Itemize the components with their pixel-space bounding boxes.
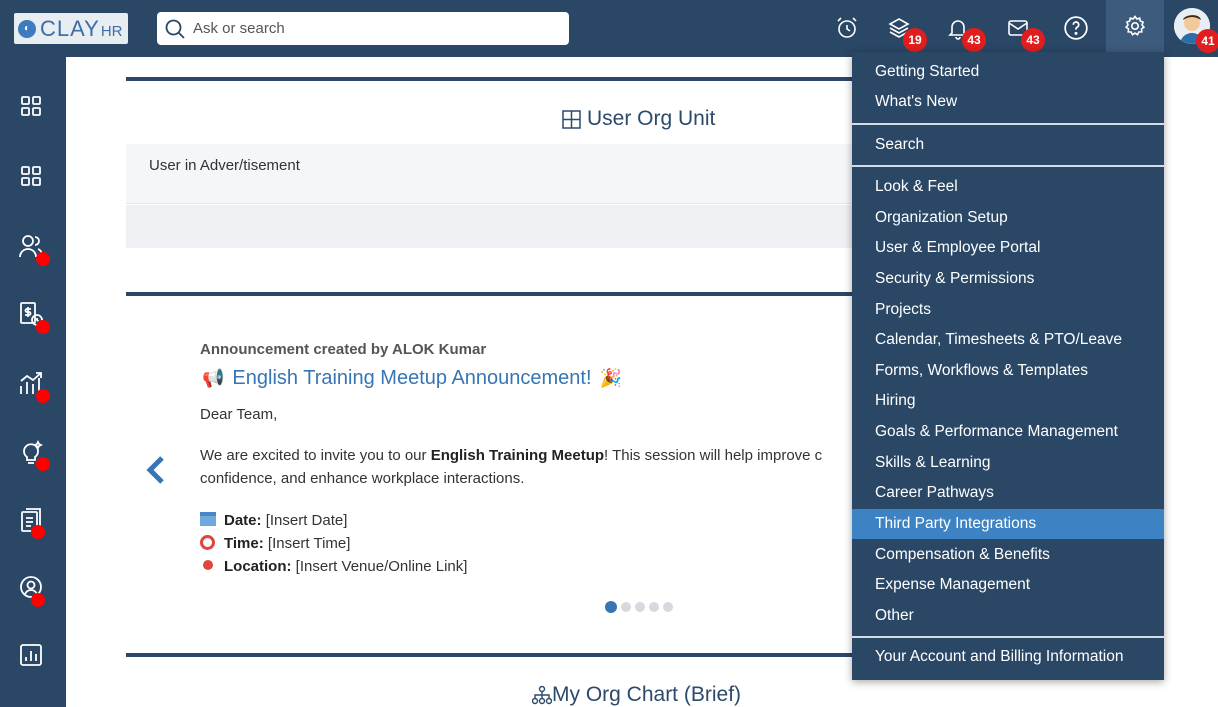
carousel-dot[interactable] [635, 602, 645, 612]
body-bold-text: English Training Meetup [430, 447, 605, 464]
body-text-end: ! This session will help improve c [604, 447, 823, 464]
menu-item-getting-started[interactable]: Getting Started [852, 57, 1164, 87]
menu-divider [852, 165, 1164, 167]
announcement-title[interactable]: 📢 English Training Meetup Announcement! … [202, 367, 622, 390]
section-divider [126, 292, 926, 296]
menu-item-expense-management[interactable]: Expense Management [852, 570, 1164, 600]
menu-item-organization-setup[interactable]: Organization Setup [852, 203, 1164, 233]
announcement-date: Date: [Insert Date] [200, 509, 347, 532]
clayhr-logo[interactable]: ◐ CLAY HR [14, 13, 128, 44]
org-unit-row-text: User in Adver/tisement [149, 157, 300, 174]
search-box[interactable] [157, 12, 569, 45]
help-icon [1064, 16, 1088, 40]
chevron-left-icon [146, 456, 164, 484]
carousel-dots [605, 601, 673, 613]
org-chart-card-title: My Org Chart (Brief) [532, 683, 741, 707]
party-popper-icon: 🎉 [599, 368, 622, 388]
avatar-badge: 41 [1196, 29, 1218, 53]
grid-icon [21, 166, 41, 186]
section-divider [126, 653, 926, 657]
notifications-badge: 43 [962, 28, 986, 52]
calendar-icon [200, 512, 216, 526]
menu-item-look-feel[interactable]: Look & Feel [852, 172, 1164, 202]
bar-report-icon [20, 644, 42, 666]
alarm-clock-button[interactable] [829, 10, 865, 46]
carousel-dot[interactable] [663, 602, 673, 612]
org-unit-card-title: User Org Unit [562, 107, 715, 131]
menu-item-third-party-integrations[interactable]: Third Party Integrations [852, 509, 1164, 539]
payroll-alert-dot [36, 320, 50, 334]
pin-icon [203, 560, 213, 570]
search-icon [165, 19, 185, 39]
carousel-dot[interactable] [621, 602, 631, 612]
carousel-prev-button[interactable] [144, 455, 168, 485]
settings-dropdown-menu: Getting Started What's New Search Look & Fe… [852, 52, 1164, 680]
org-unit-title-text: User Org Unit [587, 107, 716, 130]
menu-divider [852, 636, 1164, 638]
messages-badge: 43 [1021, 28, 1045, 52]
menu-item-hiring[interactable]: Hiring [852, 386, 1164, 416]
menu-item-security-permissions[interactable]: Security & Permissions [852, 264, 1164, 294]
carousel-dot[interactable] [649, 602, 659, 612]
alarm-clock-icon [837, 17, 857, 38]
menu-item-user-employee-portal[interactable]: User & Employee Portal [852, 233, 1164, 263]
announcement-title-text: English Training Meetup Announcement! [232, 367, 592, 389]
table-grid-icon [562, 109, 581, 129]
logo-subtext: HR [100, 22, 123, 40]
search-input[interactable] [193, 20, 553, 37]
menu-item-your-account-and-billing-information[interactable]: Your Account and Billing Information [852, 642, 1164, 672]
announcement-author: Announcement created by ALOK Kumar [200, 341, 487, 358]
documents-alert-dot [31, 525, 45, 539]
body-text: We are excited to invite you to our [200, 447, 431, 464]
org-unit-row[interactable]: User in Adver/tisement [126, 144, 926, 204]
layers-badge: 19 [903, 28, 927, 52]
gear-icon [1124, 15, 1146, 36]
time-value: [Insert Time] [267, 535, 351, 552]
top-bar: ◐ CLAY HR 19 43 43 41 [0, 0, 1218, 57]
menu-item-calendar-timesheets-pto-leave[interactable]: Calendar, Timesheets & PTO/Leave [852, 325, 1164, 355]
section-divider [126, 77, 926, 81]
org-chart-icon [532, 685, 552, 705]
date-value: [Insert Date] [265, 512, 348, 529]
alarm-clock-icon [200, 535, 215, 550]
org-chart-title-text: My Org Chart (Brief) [552, 683, 742, 706]
logo-mark-icon: ◐ [18, 19, 36, 38]
performance-alert-dot [36, 389, 50, 403]
people-alert-dot [36, 252, 50, 266]
menu-item-career-pathways[interactable]: Career Pathways [852, 478, 1164, 508]
org-unit-row-empty [126, 205, 926, 248]
sidebar-item-dashboard[interactable] [14, 89, 48, 123]
menu-item-forms-workflows-templates[interactable]: Forms, Workflows & Templates [852, 356, 1164, 386]
grid-icon [21, 96, 41, 116]
profile-alert-dot [31, 593, 45, 607]
announcement-body: We are excited to invite you to our Engl… [200, 444, 822, 467]
announcement-body-line2: confidence, and enhance workplace intera… [200, 470, 525, 487]
announcement-time: Time: [Insert Time] [200, 532, 350, 555]
megaphone-icon: 📢 [202, 368, 225, 388]
carousel-dot[interactable] [605, 601, 617, 613]
sidebar [0, 57, 66, 707]
menu-item-other[interactable]: Other [852, 601, 1164, 631]
menu-divider [852, 123, 1164, 125]
learning-alert-dot [36, 457, 50, 471]
settings-button[interactable] [1106, 0, 1164, 52]
menu-item-goals-performance-management[interactable]: Goals & Performance Management [852, 417, 1164, 447]
menu-item-what-s-new[interactable]: What's New [852, 87, 1164, 117]
location-label: Location: [224, 558, 292, 575]
announcement-location: Location: [Insert Venue/Online Link] [200, 555, 467, 578]
sidebar-item-apps[interactable] [14, 159, 48, 193]
menu-item-projects[interactable]: Projects [852, 295, 1164, 325]
logo-text: CLAY [40, 15, 100, 41]
time-label: Time: [224, 535, 264, 552]
sidebar-item-reports[interactable] [14, 638, 48, 672]
location-value: [Insert Venue/Online Link] [295, 558, 468, 575]
date-label: Date: [224, 512, 262, 529]
menu-item-search[interactable]: Search [852, 130, 1164, 160]
menu-item-compensation-benefits[interactable]: Compensation & Benefits [852, 540, 1164, 570]
help-button[interactable] [1058, 10, 1094, 46]
menu-item-skills-learning[interactable]: Skills & Learning [852, 448, 1164, 478]
announcement-greeting: Dear Team, [200, 406, 278, 423]
